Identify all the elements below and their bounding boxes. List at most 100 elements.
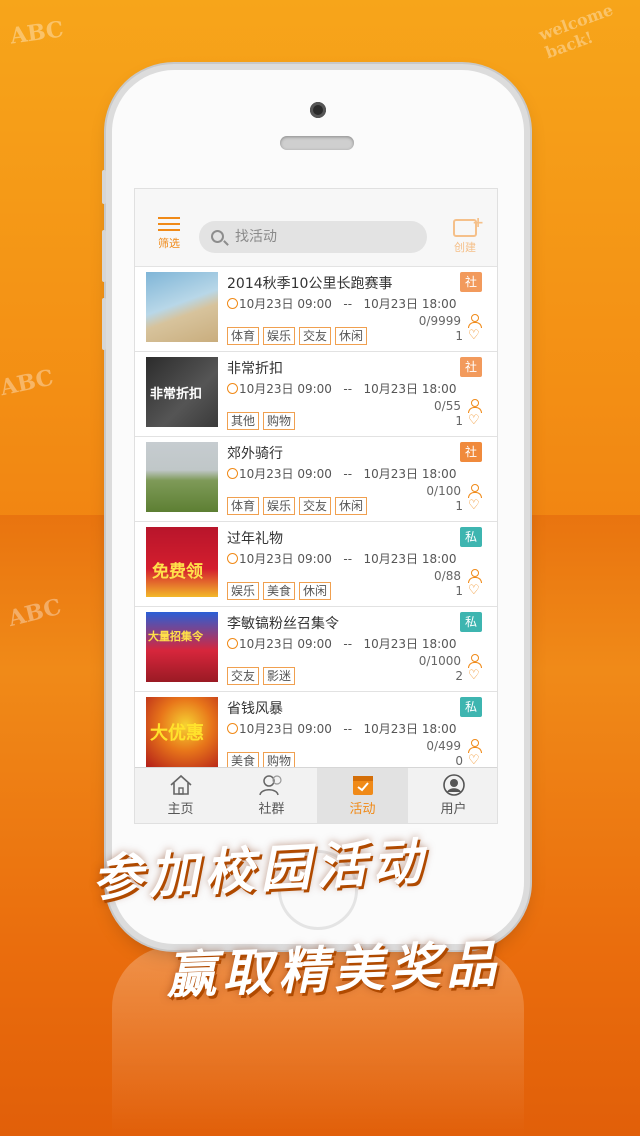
- clock-icon: [227, 638, 238, 649]
- start-time: 10月23日 09:00: [239, 382, 332, 396]
- tab-community[interactable]: 社群: [226, 768, 317, 823]
- time-separator: --: [343, 637, 353, 651]
- like-count: 1: [455, 584, 463, 598]
- search-input[interactable]: 找活动: [199, 221, 427, 253]
- earpiece-speaker: [280, 136, 354, 150]
- activity-time: 10月23日 09:00 -- 10月23日 18:00: [227, 295, 456, 312]
- end-time: 10月23日 18:00: [363, 382, 457, 396]
- activity-time: 10月23日 09:00 -- 10月23日 18:00: [227, 465, 456, 482]
- start-time: 10月23日 09:00: [239, 722, 332, 736]
- create-label: 创建: [454, 241, 476, 254]
- heart-icon[interactable]: ♡: [468, 328, 480, 343]
- participant-icon: [468, 399, 482, 413]
- front-camera: [310, 102, 326, 118]
- filter-button[interactable]: 筛选: [149, 217, 189, 251]
- activity-list-item[interactable]: 郊外骑行 社 10月23日 09:00 -- 10月23日 18:00 0/10…: [135, 437, 497, 522]
- tab-label: 社群: [258, 802, 285, 817]
- heart-icon[interactable]: ♡: [468, 413, 480, 428]
- activity-title: 过年礼物: [227, 531, 283, 547]
- activity-tags: 其他 购物: [227, 410, 299, 430]
- thumbnail-caption: 非常折扣: [150, 387, 203, 402]
- activity-list-item[interactable]: 免费领 过年礼物 私 10月23日 09:00 -- 10月23日 18:00 …: [135, 522, 497, 607]
- activity-type-badge: 社: [460, 272, 482, 292]
- top-bar: 筛选 找活动 创建: [135, 189, 497, 267]
- heart-icon[interactable]: ♡: [468, 668, 480, 683]
- activity-tag: 休闲: [335, 497, 368, 515]
- participant-icon: [468, 484, 482, 498]
- search-placeholder: 找活动: [235, 229, 277, 245]
- thumbnail-caption: 免费领: [152, 562, 203, 582]
- activity-title: 2014秋季10公里长跑赛事: [227, 276, 393, 292]
- activity-list-item[interactable]: 非常折扣 非常折扣 社 10月23日 09:00 -- 10月23日 18:00…: [135, 352, 497, 437]
- participant-count: 0/88: [434, 569, 461, 583]
- activity-tag: 购物: [263, 412, 296, 430]
- end-time: 10月23日 18:00: [363, 552, 457, 566]
- activity-title: 非常折扣: [227, 361, 283, 377]
- clock-icon: [227, 298, 238, 309]
- end-time: 10月23日 18:00: [363, 637, 457, 651]
- activity-list: 2014秋季10公里长跑赛事 社 10月23日 09:00 -- 10月23日 …: [135, 267, 497, 777]
- activity-icon: [350, 774, 376, 796]
- participant-count: 0/499: [426, 739, 461, 753]
- activity-tags: 娱乐 美食 休闲: [227, 580, 335, 600]
- like-count: 1: [455, 499, 463, 513]
- participant-count: 0/55: [434, 399, 461, 413]
- tab-activity[interactable]: 活动: [317, 768, 408, 823]
- like-count: 1: [455, 329, 463, 343]
- activity-tags: 体育 娱乐 交友 休闲: [227, 495, 371, 515]
- activity-tag: 娱乐: [263, 327, 296, 345]
- heart-icon[interactable]: ♡: [468, 498, 480, 513]
- activity-type-badge: 私: [460, 527, 482, 547]
- activity-title: 李敏镐粉丝召集令: [227, 616, 339, 632]
- activity-thumbnail: 大量招集令: [146, 612, 218, 682]
- clock-icon: [227, 723, 238, 734]
- start-time: 10月23日 09:00: [239, 467, 332, 481]
- filter-icon: [158, 217, 180, 231]
- activity-tag: 影迷: [263, 667, 296, 685]
- activity-tag: 其他: [227, 412, 260, 430]
- activity-tag: 体育: [227, 327, 260, 345]
- activity-tag: 体育: [227, 497, 260, 515]
- activity-tag: 娱乐: [263, 497, 296, 515]
- activity-tag: 休闲: [335, 327, 368, 345]
- activity-thumbnail: 大优惠: [146, 697, 218, 767]
- activity-list-item[interactable]: 2014秋季10公里长跑赛事 社 10月23日 09:00 -- 10月23日 …: [135, 267, 497, 352]
- activity-title: 郊外骑行: [227, 446, 283, 462]
- activity-thumbnail: [146, 442, 218, 512]
- activity-thumbnail: 非常折扣: [146, 357, 218, 427]
- activity-type-badge: 社: [460, 357, 482, 377]
- tab-user[interactable]: 用户: [408, 768, 497, 823]
- participant-count: 0/9999: [418, 314, 461, 328]
- bottom-tab-bar: 主页 社群 活动 用户: [135, 767, 497, 823]
- tab-home[interactable]: 主页: [135, 768, 226, 823]
- activity-tag: 休闲: [299, 582, 332, 600]
- activity-type-badge: 社: [460, 442, 482, 462]
- heart-icon[interactable]: ♡: [468, 753, 480, 768]
- thumbnail-caption: 大量招集令: [148, 630, 203, 643]
- activity-time: 10月23日 09:00 -- 10月23日 18:00: [227, 550, 456, 567]
- like-count: 1: [455, 414, 463, 428]
- heart-icon[interactable]: ♡: [468, 583, 480, 598]
- activity-tags: 交友 影迷: [227, 665, 299, 685]
- clock-icon: [227, 553, 238, 564]
- end-time: 10月23日 18:00: [363, 722, 457, 736]
- create-button[interactable]: 创建: [445, 215, 485, 255]
- clock-icon: [227, 383, 238, 394]
- activity-time: 10月23日 09:00 -- 10月23日 18:00: [227, 380, 456, 397]
- participant-icon: [468, 739, 482, 753]
- slogan-line-2: 赢取精美奖品: [165, 934, 504, 1005]
- clock-icon: [227, 468, 238, 479]
- activity-type-badge: 私: [460, 612, 482, 632]
- start-time: 10月23日 09:00: [239, 297, 332, 311]
- activity-list-item[interactable]: 大量招集令 李敏镐粉丝召集令 私 10月23日 09:00 -- 10月23日 …: [135, 607, 497, 692]
- activity-list-item[interactable]: 大优惠 省钱风暴 私 10月23日 09:00 -- 10月23日 18:00 …: [135, 692, 497, 777]
- filter-label: 筛选: [158, 237, 180, 250]
- doodle-abc-top: ABC: [8, 16, 66, 50]
- activity-tags: 体育 娱乐 交友 休闲: [227, 325, 371, 345]
- tab-label: 主页: [167, 802, 194, 817]
- time-separator: --: [343, 467, 353, 481]
- time-separator: --: [343, 552, 353, 566]
- activity-thumbnail: [146, 272, 218, 342]
- time-separator: --: [343, 722, 353, 736]
- search-icon: [211, 230, 224, 243]
